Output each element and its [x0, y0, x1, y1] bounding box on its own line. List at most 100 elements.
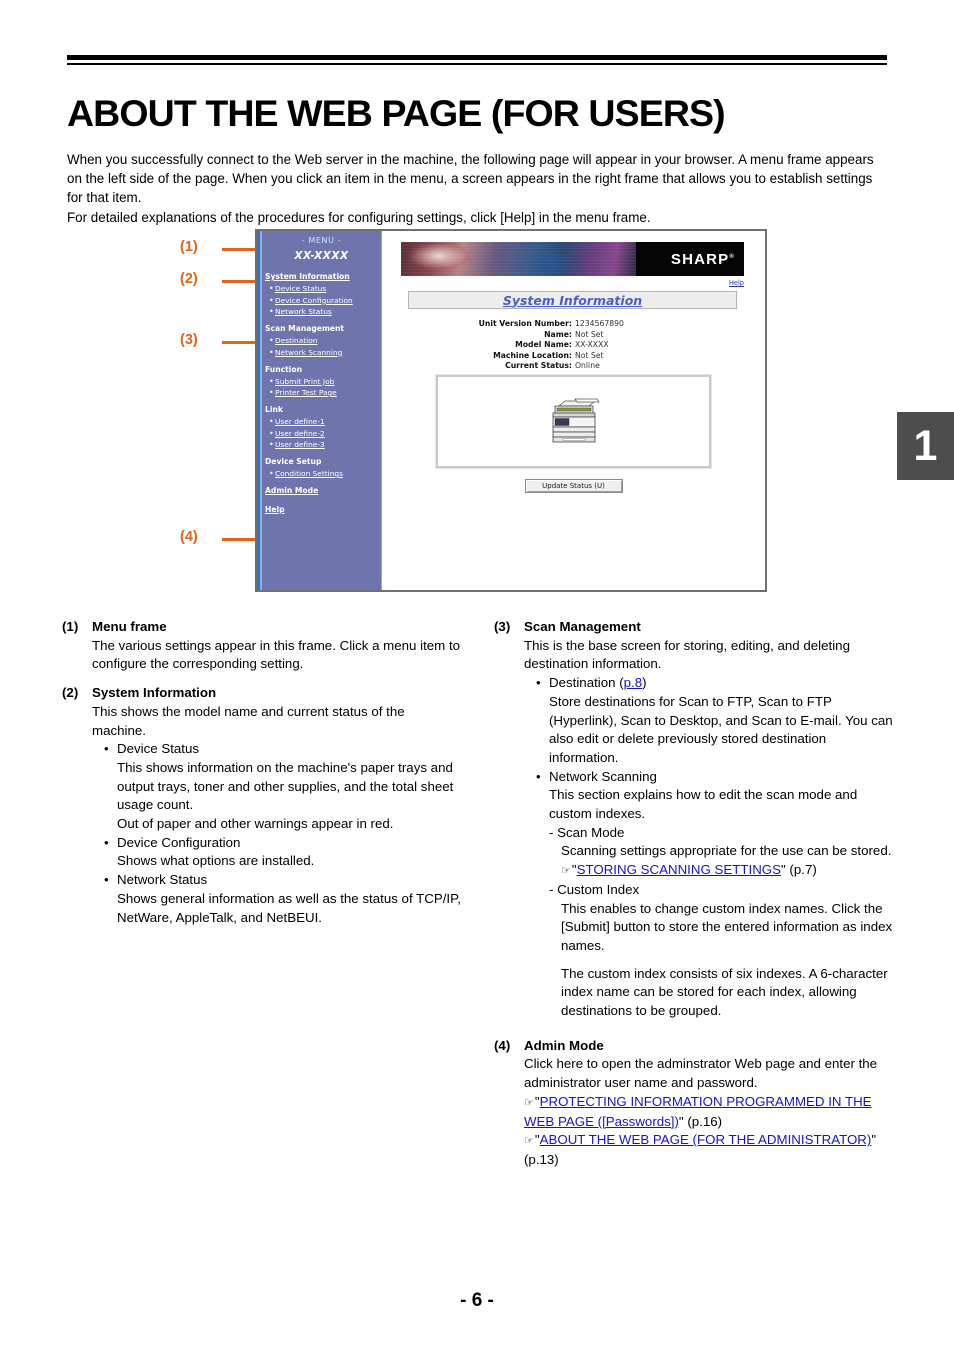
menu-group-system-information: System Information • Device Status • Dev…: [265, 272, 378, 316]
pointing-hand-icon: ☞: [561, 864, 571, 878]
menu-item-label: User define-1: [275, 417, 325, 426]
item-number: (3): [494, 619, 511, 634]
menu-group-label: Function: [265, 364, 302, 374]
menu-frame-stripe-inner: [260, 231, 262, 590]
menu-item-label: Device Configuration: [275, 295, 353, 305]
title-rule-thin: [67, 63, 887, 65]
bullet-row: • Device Status: [104, 740, 462, 759]
page-title: ABOUT THE WEB PAGE (FOR USERS): [67, 92, 726, 135]
sharp-logo-text: SHARP: [670, 251, 730, 268]
menu-item-network-scanning[interactable]: • Network Scanning: [269, 348, 378, 357]
menu-item-label: User define-2: [275, 428, 325, 438]
system-information-table: Unit Version Number: 1234567890 Name: No…: [382, 319, 765, 372]
pointing-hand-icon: ☞: [524, 1134, 534, 1148]
reference-page: " (p.16): [678, 1113, 723, 1129]
cross-reference: ☞"PROTECTING INFORMATION PROGRAMMED IN T…: [524, 1093, 872, 1129]
system-information-heading: System Information: [502, 292, 643, 308]
menu-item-label: Network Scanning: [275, 347, 343, 357]
sub-item-custom-index: - Custom Index This enables to change cu…: [549, 881, 894, 1021]
web-page-screenshot: - MENU - XX-XXXX System Information • De…: [255, 229, 767, 592]
bullet-row: • Network Scanning: [536, 768, 894, 787]
bullet-icon: •: [104, 872, 109, 888]
title-rule-thick: [67, 55, 887, 60]
item-heading: (1) Menu frame: [62, 618, 462, 637]
item-body: This is the base screen for storing, edi…: [524, 637, 850, 672]
bullet-paragraph: This section explains how to edit the sc…: [549, 787, 858, 822]
menu-group-label[interactable]: System Information: [265, 272, 378, 281]
info-label: Current Status:: [505, 361, 572, 370]
callout-1-label: (1): [180, 239, 198, 255]
menu-group-scan-management: Scan Management • Destination • Network …: [265, 324, 378, 357]
right-frame: SHARP® Help System Information Unit Vers…: [381, 231, 765, 590]
menu-frame: - MENU - XX-XXXX System Information • De…: [257, 231, 381, 590]
description-column-right: (3) Scan Management This is the base scr…: [494, 618, 894, 1180]
reference-page: " (p.7): [781, 862, 817, 878]
pointing-hand-icon: ☞: [524, 1095, 534, 1109]
menu-item-label: Network Status: [275, 307, 332, 316]
info-value: XX-XXXX: [575, 340, 609, 349]
bullet-paragraph: Out of paper and other warnings appear i…: [117, 816, 394, 832]
bullet-label: Device Status: [117, 741, 200, 757]
machine-preview-box: [435, 374, 712, 469]
menu-item-submit-print-job[interactable]: • Submit Print Job: [269, 377, 378, 386]
bullet-icon: •: [536, 675, 541, 691]
menu-item-user-define-1[interactable]: • User define-1: [269, 417, 378, 426]
chapter-tab: 1: [897, 412, 954, 480]
info-label: Unit Version Number:: [478, 319, 572, 328]
item-body: The various settings appear in this fram…: [92, 637, 461, 672]
item-title: Admin Mode: [524, 1037, 604, 1053]
bullet-device-configuration: • Device Configuration Shows what option…: [92, 834, 462, 871]
menu-item-device-status[interactable]: • Device Status: [269, 284, 378, 293]
description-item-system-information: (2) System Information This shows the mo…: [62, 684, 462, 927]
info-value: Online: [575, 361, 600, 370]
menu-item-label: Condition Settings: [275, 469, 343, 478]
bullet-row: • Network Status: [104, 871, 462, 890]
menu-group-function: Function • Submit Print Job • Printer Te…: [265, 365, 378, 398]
bullet-label: Device Configuration: [117, 834, 241, 850]
menu-item-user-define-2[interactable]: • User define-2: [269, 429, 378, 438]
bullet-icon: •: [536, 768, 541, 784]
bullet-icon: •: [104, 741, 109, 757]
bullet-label: Network Scanning: [549, 768, 657, 784]
menu-item-admin-mode[interactable]: Admin Mode: [265, 486, 378, 495]
bullet-paragraph: This shows information on the machine's …: [117, 759, 454, 813]
multifunction-printer-icon: [552, 398, 600, 442]
bullet-destination: • Destination (p.8) Store destinations f…: [524, 674, 894, 768]
menu-item-destination[interactable]: • Destination: [269, 336, 378, 345]
info-value: Not Set: [575, 329, 604, 339]
menu-group-device-setup: Device Setup • Condition Settings: [265, 457, 378, 478]
bullet-network-status: • Network Status Shows general informati…: [92, 871, 462, 927]
info-label: Model Name:: [515, 340, 572, 349]
page-reference-link[interactable]: p.8: [624, 675, 643, 690]
callout-3-label: (3): [180, 332, 198, 348]
menu-item-help[interactable]: Help: [265, 505, 378, 514]
cross-reference-link[interactable]: STORING SCANNING SETTINGS: [577, 862, 781, 877]
menu-group-label: Scan Management: [265, 324, 345, 333]
menu-item-network-status[interactable]: • Network Status: [269, 307, 378, 316]
page-number: - 6 -: [460, 1290, 494, 1311]
bullet-paragraph: Store destinations for Scan to FTP, Scan…: [549, 693, 893, 765]
menu-item-label: Destination: [275, 336, 318, 345]
menu-item-device-configuration[interactable]: • Device Configuration: [269, 296, 378, 305]
description-item-admin-mode: (4) Admin Mode Click here to open the ad…: [494, 1037, 894, 1170]
help-link[interactable]: Help: [729, 279, 744, 287]
item-body: Click here to open the adminstrator Web …: [524, 1056, 878, 1091]
system-information-heading-bar: System Information: [408, 291, 737, 309]
bullet-label-close: ): [642, 675, 647, 691]
menu-item-condition-settings[interactable]: • Condition Settings: [269, 469, 378, 478]
item-body: This shows the model name and current st…: [92, 703, 405, 738]
bullet-label-text: Destination (: [549, 675, 624, 691]
menu-item-user-define-3[interactable]: • User define-3: [269, 440, 378, 449]
cross-reference-link[interactable]: ABOUT THE WEB PAGE (FOR THE ADMINISTRATO…: [540, 1132, 872, 1147]
bullet-paragraph: Shows general information as well as the…: [117, 890, 461, 925]
sub-item-scan-mode: - Scan Mode Scanning settings appropriat…: [549, 824, 894, 881]
bullet-device-status: • Device Status This shows information o…: [92, 740, 462, 834]
menu-item-label: User define-3: [275, 440, 325, 449]
info-row: Model Name: XX-XXXX: [382, 340, 765, 351]
info-value: Not Set: [575, 350, 604, 360]
info-row: Current Status: Online: [382, 361, 765, 372]
bullet-network-scanning: • Network Scanning This section explains…: [524, 768, 894, 1021]
menu-item-printer-test-page[interactable]: • Printer Test Page: [269, 388, 378, 397]
cross-reference: ☞"STORING SCANNING SETTINGS" (p.7): [561, 861, 894, 881]
update-status-button[interactable]: Update Status (U): [524, 479, 623, 493]
